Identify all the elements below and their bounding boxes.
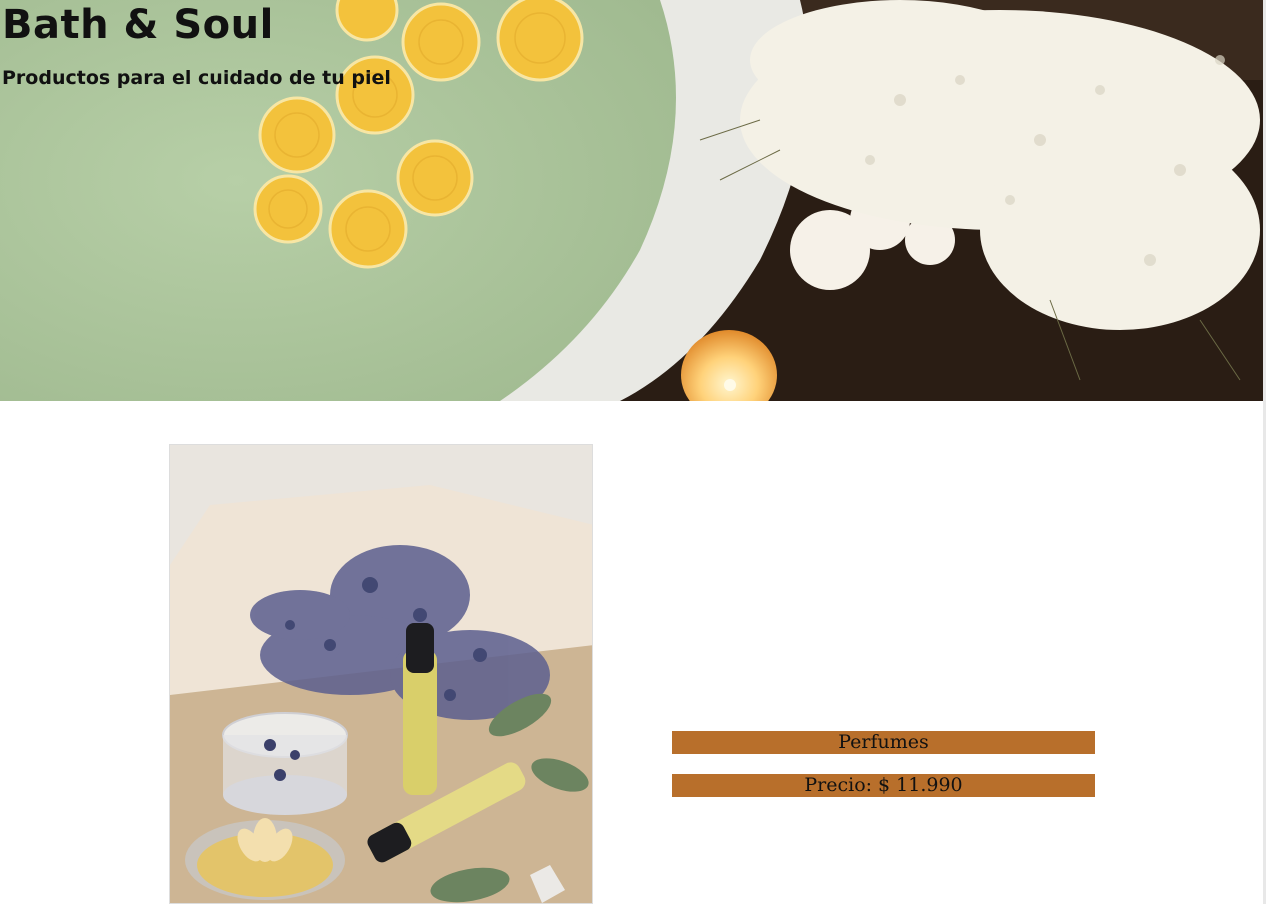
site-subtitle: Productos para el cuidado de tu piel	[2, 67, 391, 89]
product-name: Perfumes	[672, 731, 1095, 754]
product-image	[169, 444, 593, 904]
price-value: $ 11.990	[878, 774, 963, 796]
product-price: Precio: $ 11.990	[672, 774, 1095, 797]
hero-banner: Bath & Soul Productos para el cuidado de…	[0, 0, 1263, 401]
spa-bath-flowers-icon	[0, 0, 1263, 401]
price-label: Precio:	[804, 774, 873, 796]
site-title: Bath & Soul	[2, 2, 274, 48]
lavender-perfume-oils-icon	[170, 445, 592, 903]
